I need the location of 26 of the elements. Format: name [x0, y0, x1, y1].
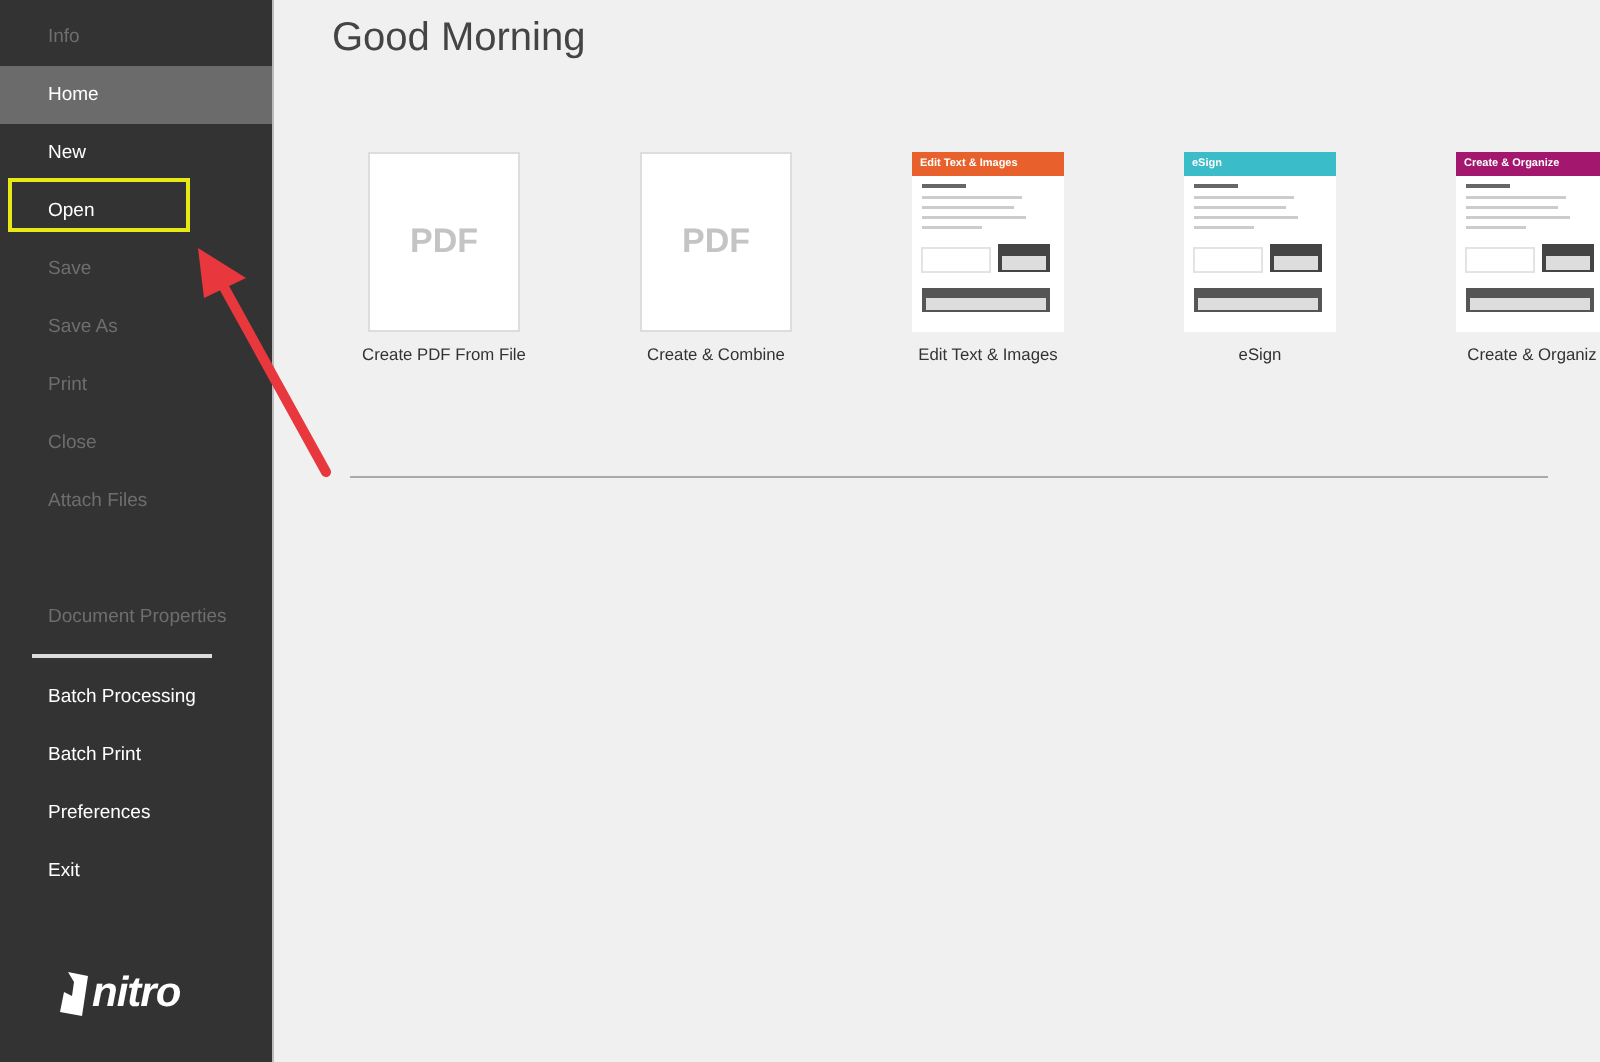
document-thumbnail[interactable]: PDF: [640, 152, 792, 332]
menu-item[interactable]: Open: [0, 182, 272, 240]
menu-item[interactable]: Preferences: [0, 784, 272, 842]
card-label: Edit Text & Images: [918, 344, 1058, 364]
greeting-title: Good Morning: [332, 16, 588, 62]
card-label: eSign: [1238, 344, 1282, 364]
menu-item[interactable]: Print: [0, 356, 272, 414]
menu-item[interactable]: Attach Files: [0, 472, 272, 530]
menu-item[interactable]: Batch Processing: [0, 668, 272, 726]
menu-item[interactable]: Document Properties: [0, 588, 272, 646]
menu-item[interactable]: Close: [0, 414, 272, 472]
menu-item[interactable]: Batch Print: [0, 726, 272, 784]
card-label: Create PDF From File: [362, 344, 526, 364]
menu-item[interactable]: Exit: [0, 842, 272, 900]
document-thumbnail[interactable]: PDF: [368, 152, 520, 332]
thumbnail-text: PDF: [410, 222, 478, 262]
logo-text: nitro: [92, 970, 181, 1018]
menu-item[interactable]: Save As: [0, 298, 272, 356]
logo-icon: [60, 972, 88, 1016]
menu-item[interactable]: Info: [0, 8, 272, 66]
menu-item[interactable]: Save: [0, 240, 272, 298]
menu-item[interactable]: New: [0, 124, 272, 182]
card-label: Create & Combine: [647, 344, 785, 364]
menu-item[interactable]: Home: [0, 66, 272, 124]
card-label: Create & Organiz: [1467, 344, 1597, 364]
thumbnail-text: PDF: [682, 222, 750, 262]
